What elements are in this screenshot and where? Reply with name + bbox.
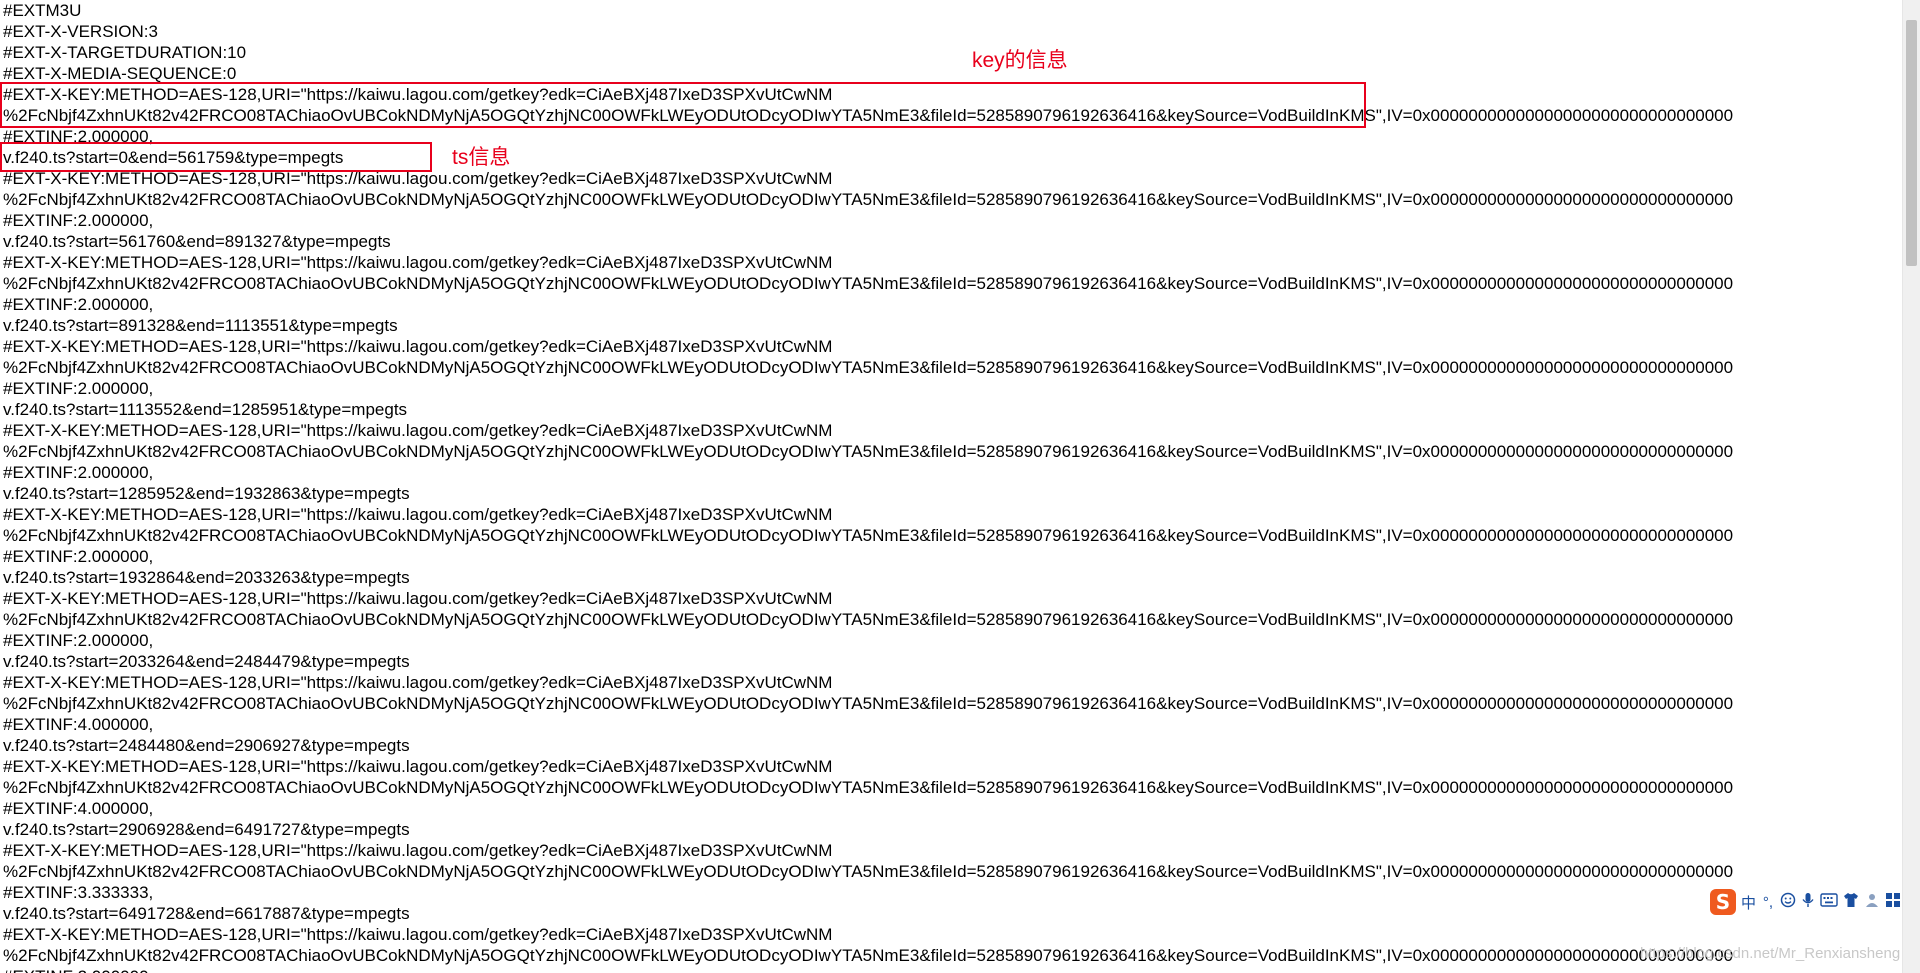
text-line: v.f240.ts?start=1113552&end=1285951&type… (3, 400, 408, 419)
text-line: #EXTINF:3.333333, (3, 883, 154, 902)
grid-icon[interactable] (1885, 892, 1901, 912)
scrollbar-thumb[interactable] (1906, 20, 1917, 266)
text-line: %2FcNbjf4ZxhnUKt82v42FRCO08TAChiaoOvUBCo… (3, 610, 1734, 629)
key-info-annotation: key的信息 (972, 49, 1068, 72)
text-line: v.f240.ts?start=1285952&end=1932863&type… (3, 484, 410, 503)
text-line: v.f240.ts?start=6491728&end=6617887&type… (3, 904, 410, 923)
text-line: #EXT-X-KEY:METHOD=AES-128,URI="https://k… (3, 841, 833, 860)
text-line: #EXTINF:2.000000, (3, 211, 154, 230)
text-line: #EXTINF:2.000000, (3, 966, 153, 973)
ts-info-annotation: ts信息 (452, 146, 511, 169)
ts-info-highlight-box (0, 142, 432, 172)
text-line: #EXT-X-KEY:METHOD=AES-128,URI="https://k… (3, 421, 833, 440)
text-line: #EXT-X-KEY:METHOD=AES-128,URI="https://k… (3, 253, 833, 272)
text-line: %2FcNbjf4ZxhnUKt82v42FRCO08TAChiaoOvUBCo… (3, 526, 1734, 545)
text-line: v.f240.ts?start=2906928&end=6491727&type… (3, 820, 410, 839)
text-line: %2FcNbjf4ZxhnUKt82v42FRCO08TAChiaoOvUBCo… (3, 694, 1734, 713)
text-line: #EXTM3U (3, 1, 82, 20)
text-line: v.f240.ts?start=891328&end=1113551&type=… (3, 316, 398, 335)
text-line: #EXTINF:2.000000, (3, 631, 154, 650)
text-line: v.f240.ts?start=2033264&end=2484479&type… (3, 652, 410, 671)
text-line: #EXT-X-VERSION:3 (3, 22, 158, 41)
text-line: #EXT-X-KEY:METHOD=AES-128,URI="https://k… (3, 925, 833, 944)
text-line: #EXTINF:2.000000, (3, 463, 154, 482)
vertical-scrollbar[interactable] (1902, 0, 1920, 973)
watermark: https://blog.csdn.net/Mr_Renxiansheng (1640, 945, 1901, 962)
text-line: %2FcNbjf4ZxhnUKt82v42FRCO08TAChiaoOvUBCo… (3, 778, 1734, 797)
text-line: #EXTINF:4.000000, (3, 715, 154, 734)
text-line: v.f240.ts?start=2484480&end=2906927&type… (3, 736, 410, 755)
toolbox-icon[interactable] (1864, 892, 1880, 912)
text-line: %2FcNbjf4ZxhnUKt82v42FRCO08TAChiaoOvUBCo… (3, 946, 1734, 965)
text-line: #EXTINF:2.000000, (3, 379, 154, 398)
text-line: #EXT-X-KEY:METHOD=AES-128,URI="https://k… (3, 337, 833, 356)
key-info-highlight-box (0, 82, 1366, 128)
text-line: %2FcNbjf4ZxhnUKt82v42FRCO08TAChiaoOvUBCo… (3, 190, 1734, 209)
text-line: #EXTINF:2.000000, (3, 295, 154, 314)
emoji-icon[interactable] (1780, 892, 1796, 912)
sogou-logo-icon[interactable]: S (1710, 889, 1736, 915)
skin-icon[interactable] (1843, 892, 1859, 912)
mic-icon[interactable] (1801, 892, 1815, 912)
text-line: %2FcNbjf4ZxhnUKt82v42FRCO08TAChiaoOvUBCo… (3, 442, 1734, 461)
text-line: %2FcNbjf4ZxhnUKt82v42FRCO08TAChiaoOvUBCo… (3, 358, 1734, 377)
ime-punctuation-toggle[interactable]: °, (1761, 894, 1775, 911)
text-line: #EXT-X-KEY:METHOD=AES-128,URI="https://k… (3, 505, 833, 524)
text-line: #EXT-X-KEY:METHOD=AES-128,URI="https://k… (3, 757, 833, 776)
text-line: v.f240.ts?start=561760&end=891327&type=m… (3, 232, 391, 251)
text-line: #EXTINF:2.000000, (3, 547, 154, 566)
ime-toolbar[interactable]: S 中 °, (1710, 888, 1920, 916)
ime-mode-toggle[interactable]: 中 (1741, 892, 1756, 913)
text-line: %2FcNbjf4ZxhnUKt82v42FRCO08TAChiaoOvUBCo… (3, 862, 1734, 881)
text-line: %2FcNbjf4ZxhnUKt82v42FRCO08TAChiaoOvUBCo… (3, 274, 1734, 293)
text-line: #EXT-X-TARGETDURATION:10 (3, 43, 247, 62)
text-line: #EXTINF:4.000000, (3, 799, 154, 818)
text-line: v.f240.ts?start=1932864&end=2033263&type… (3, 568, 410, 587)
text-line: #EXT-X-KEY:METHOD=AES-128,URI="https://k… (3, 589, 833, 608)
text-line: #EXT-X-KEY:METHOD=AES-128,URI="https://k… (3, 673, 833, 692)
keyboard-icon[interactable] (1820, 893, 1838, 911)
